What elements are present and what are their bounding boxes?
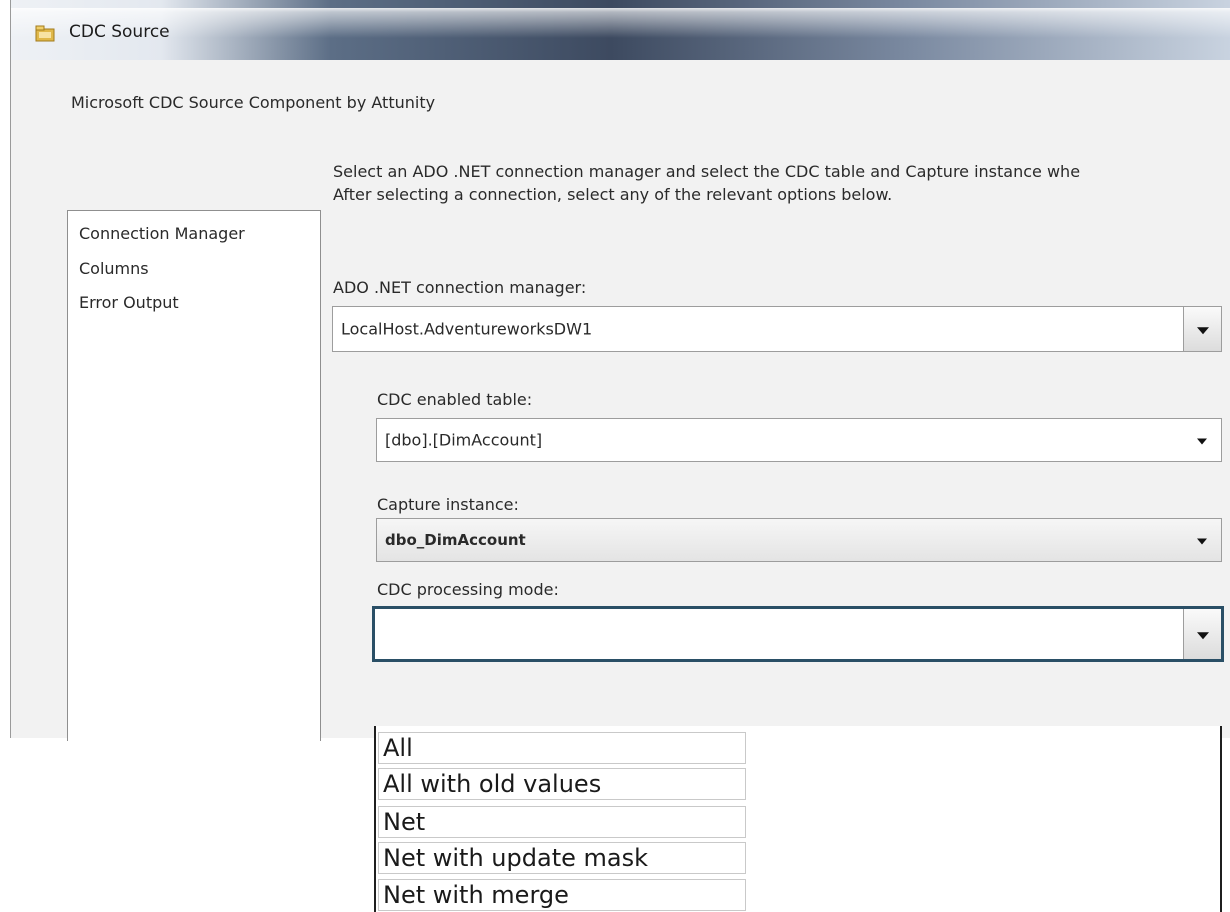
processing-mode-label: CDC processing mode: xyxy=(377,580,559,599)
cdc-table-label: CDC enabled table: xyxy=(377,390,533,409)
connection-manager-dropdown-button[interactable] xyxy=(1183,307,1221,351)
option-all-with-old-values[interactable]: All with old values xyxy=(378,768,746,800)
chevron-down-icon xyxy=(1197,438,1207,445)
capture-instance-combobox[interactable]: dbo_DimAccount xyxy=(376,518,1222,562)
component-subtitle: Microsoft CDC Source Component by Attuni… xyxy=(71,93,436,112)
capture-instance-label: Capture instance: xyxy=(377,495,519,514)
chevron-down-icon xyxy=(1196,327,1209,335)
option-net-with-update-mask[interactable]: Net with update mask xyxy=(378,842,746,874)
instructions-text: Select an ADO .NET connection manager an… xyxy=(333,160,1220,206)
cdc-table-dropdown-button[interactable] xyxy=(1183,419,1221,461)
option-all[interactable]: All xyxy=(378,732,746,764)
nav-item-error-output[interactable]: Error Output xyxy=(79,293,179,312)
cdc-table-value: [dbo].[DimAccount] xyxy=(385,430,543,450)
nav-item-connection-manager[interactable]: Connection Manager xyxy=(79,224,245,243)
nav-item-columns[interactable]: Columns xyxy=(79,259,149,278)
connection-manager-combobox[interactable]: LocalHost.AdventureworksDW1 xyxy=(332,306,1222,352)
connection-manager-label: ADO .NET connection manager: xyxy=(333,278,587,297)
instructions-line-2: After selecting a connection, select any… xyxy=(333,185,893,204)
option-net[interactable]: Net xyxy=(378,806,746,838)
processing-mode-dropdown-button[interactable] xyxy=(1183,609,1221,659)
cdc-table-combobox[interactable]: [dbo].[DimAccount] xyxy=(376,418,1222,462)
capture-instance-dropdown-button[interactable] xyxy=(1183,519,1221,561)
package-icon xyxy=(35,24,55,42)
option-net-with-merge[interactable]: Net with merge xyxy=(378,879,746,911)
page-navigation-list: Connection Manager Columns Error Output xyxy=(67,210,321,741)
capture-instance-value: dbo_DimAccount xyxy=(385,531,526,549)
title-bar: CDC Source xyxy=(11,0,1230,60)
window-title: CDC Source xyxy=(69,22,170,42)
processing-mode-combobox[interactable] xyxy=(372,606,1224,662)
chevron-down-icon xyxy=(1197,538,1207,545)
processing-mode-options-list: All All with old values Net Net with upd… xyxy=(374,726,1222,912)
connection-manager-value: LocalHost.AdventureworksDW1 xyxy=(341,319,593,339)
chevron-down-icon xyxy=(1196,632,1209,640)
instructions-line-1: Select an ADO .NET connection manager an… xyxy=(333,162,1081,181)
